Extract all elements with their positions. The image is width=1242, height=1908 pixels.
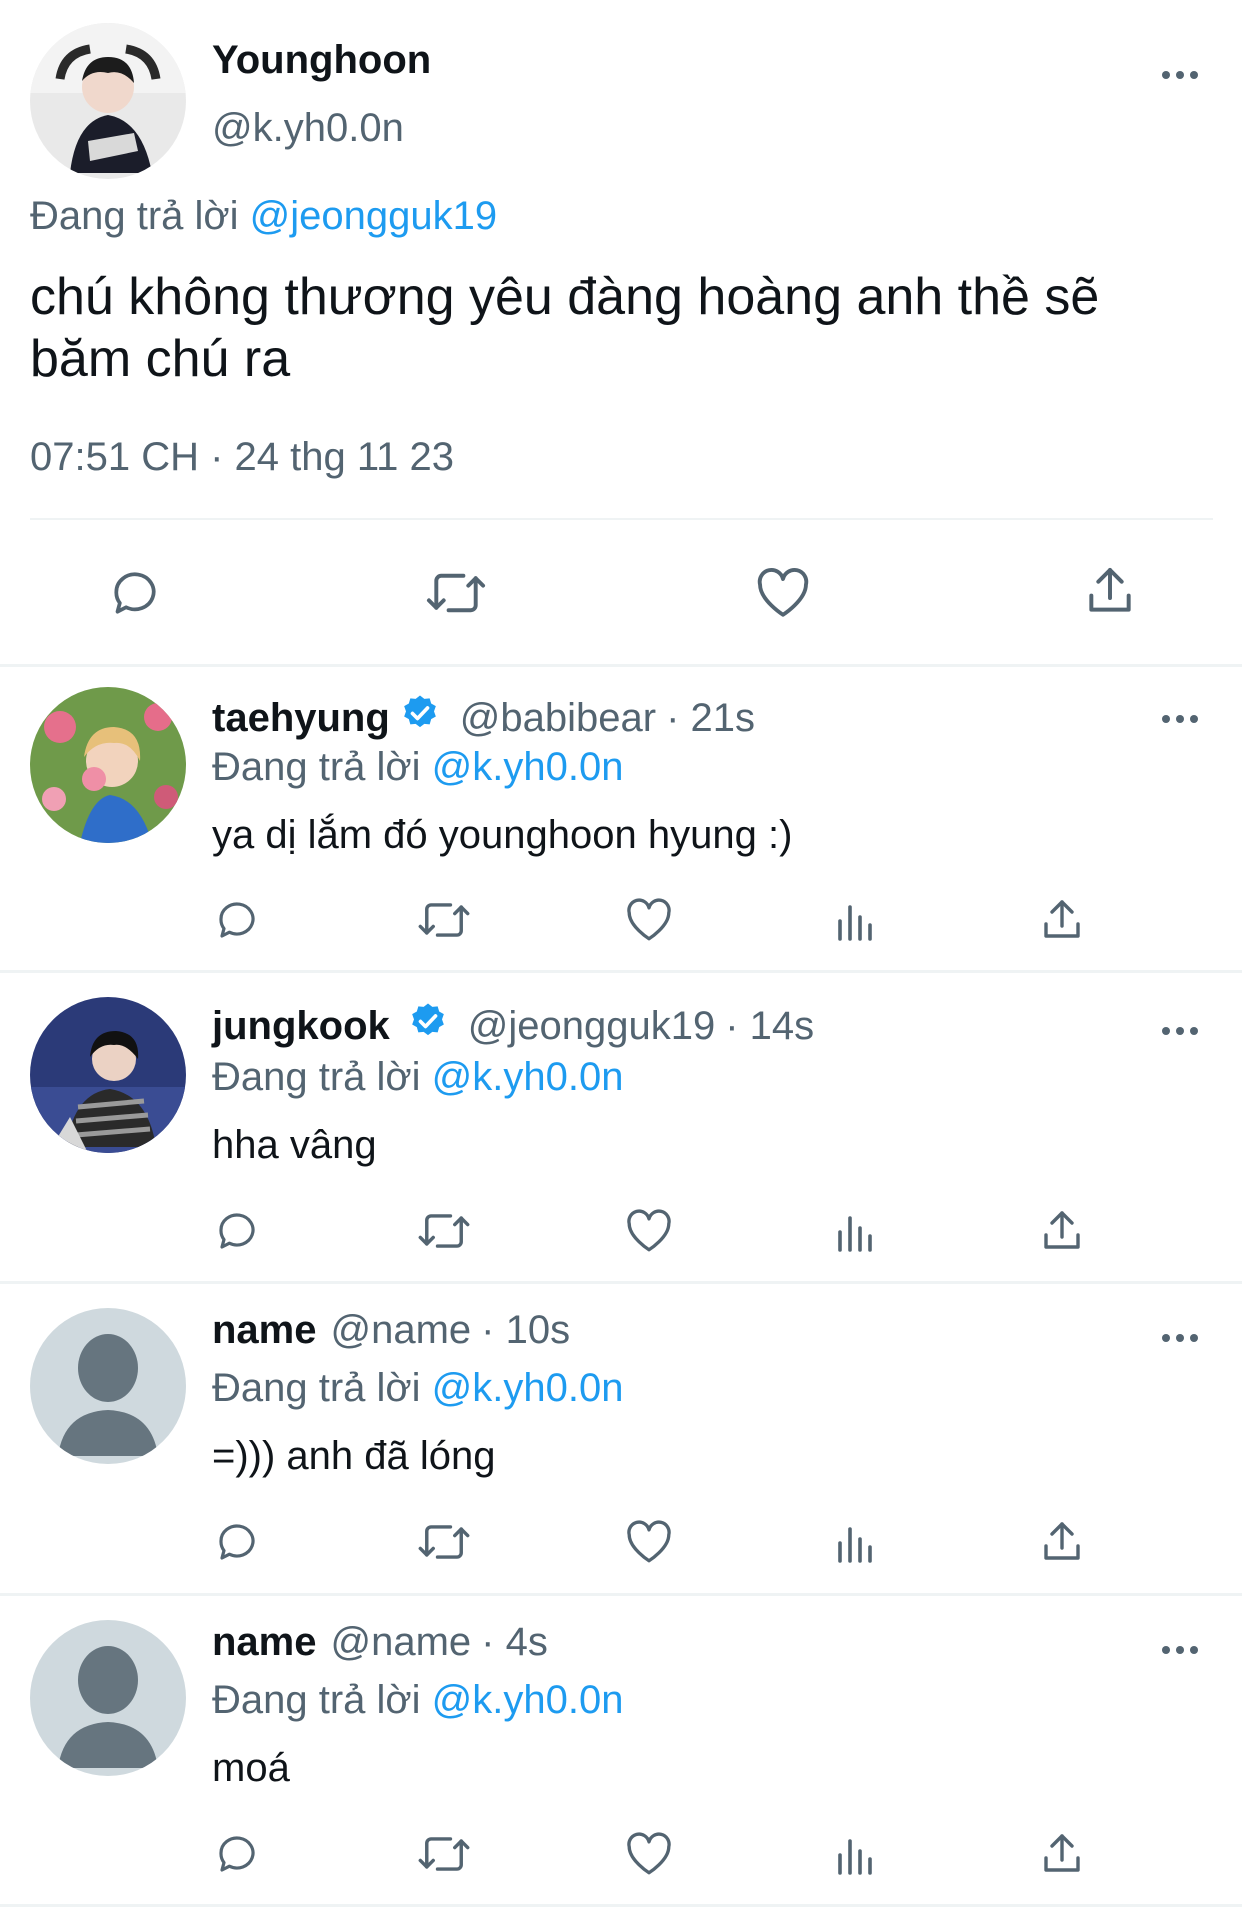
author-handle[interactable]: @name xyxy=(331,1308,472,1353)
verified-badge-icon xyxy=(408,1001,448,1051)
mention-link[interactable]: @k.yh0.0n xyxy=(432,1366,624,1410)
tweet-text: chú không thương yêu đàng hoàng anh thề … xyxy=(30,268,1100,388)
replying-to: Đang trả lời @k.yh0.0n xyxy=(212,1055,624,1100)
timestamp[interactable]: · 21s xyxy=(666,696,755,741)
views-icon[interactable] xyxy=(834,1209,878,1255)
reply-icon[interactable] xyxy=(212,1518,262,1566)
section-divider xyxy=(0,1904,1242,1907)
mention-link[interactable]: @k.yh0.0n xyxy=(432,745,624,789)
heart-icon[interactable] xyxy=(624,1207,674,1255)
more-icon[interactable] xyxy=(1158,1021,1202,1041)
replying-to: Đang trả lời @k.yh0.0n xyxy=(212,745,624,790)
reply-icon[interactable] xyxy=(212,896,262,944)
avatar[interactable] xyxy=(30,1308,186,1464)
retweet-icon[interactable] xyxy=(416,1518,472,1566)
author-handle[interactable]: @k.yh0.0n xyxy=(212,106,404,151)
more-icon[interactable] xyxy=(1158,65,1202,85)
more-icon[interactable] xyxy=(1158,709,1202,729)
author-name[interactable]: name xyxy=(212,1620,317,1665)
views-icon[interactable] xyxy=(834,1832,878,1878)
author-name[interactable]: Younghoon xyxy=(212,38,431,83)
author-handle[interactable]: @name xyxy=(331,1620,472,1665)
author-handle[interactable]: @babibear xyxy=(460,696,656,741)
replying-label: Đang trả lời xyxy=(212,1366,421,1410)
tweet-text: moá xyxy=(212,1746,290,1790)
reply-tweet[interactable]: jungkook @jeongguk19 · 14s Đang trả lời … xyxy=(0,973,1242,1285)
retweet-icon[interactable] xyxy=(416,896,472,944)
reply-icon[interactable] xyxy=(212,1830,262,1878)
more-icon[interactable] xyxy=(1158,1640,1202,1660)
author-name[interactable]: taehyung xyxy=(212,696,390,741)
timestamp[interactable]: 07:51 CH · 24 thg 11 23 xyxy=(30,435,454,480)
avatar[interactable] xyxy=(30,997,186,1153)
mention-link[interactable]: @jeongguk19 xyxy=(250,194,497,238)
replying-label: Đang trả lời xyxy=(212,1055,421,1099)
reply-icon[interactable] xyxy=(106,565,164,621)
views-icon[interactable] xyxy=(834,898,878,944)
heart-icon[interactable] xyxy=(624,1518,674,1566)
tweet-text: ya dị lắm đó younghoon hyung :) xyxy=(212,813,793,857)
reply-tweet[interactable]: name @name · 10s Đang trả lời @k.yh0.0n … xyxy=(0,1284,1242,1596)
share-icon[interactable] xyxy=(1038,1207,1086,1255)
replying-to: Đang trả lời @k.yh0.0n xyxy=(212,1678,624,1723)
author-handle[interactable]: @jeongguk19 xyxy=(468,1004,715,1049)
retweet-icon[interactable] xyxy=(416,1207,472,1255)
reply-header: taehyung @babibear · 21s xyxy=(212,693,755,743)
heart-icon[interactable] xyxy=(754,565,812,621)
avatar[interactable] xyxy=(30,687,186,843)
share-icon[interactable] xyxy=(1082,563,1138,619)
reply-header: name @name · 10s xyxy=(212,1308,570,1353)
share-icon[interactable] xyxy=(1038,896,1086,944)
tweet-text: hha vâng xyxy=(212,1123,377,1167)
author-name[interactable]: name xyxy=(212,1308,317,1353)
share-icon[interactable] xyxy=(1038,1518,1086,1566)
tweet-text: =))) anh đã lóng xyxy=(212,1434,496,1478)
views-icon[interactable] xyxy=(834,1520,878,1566)
reply-header: name @name · 4s xyxy=(212,1620,548,1665)
replying-label: Đang trả lời xyxy=(212,745,421,789)
replying-to: Đang trả lời @k.yh0.0n xyxy=(212,1366,624,1411)
timestamp[interactable]: · 14s xyxy=(725,1004,814,1049)
mention-link[interactable]: @k.yh0.0n xyxy=(432,1055,624,1099)
replying-label: Đang trả lời xyxy=(30,194,239,238)
retweet-icon[interactable] xyxy=(416,1830,472,1878)
reply-tweet[interactable]: name @name · 4s Đang trả lời @k.yh0.0n m… xyxy=(0,1596,1242,1908)
replying-label: Đang trả lời xyxy=(212,1678,421,1722)
reply-icon[interactable] xyxy=(212,1207,262,1255)
retweet-icon[interactable] xyxy=(424,565,488,621)
reply-header: jungkook @jeongguk19 · 14s xyxy=(212,1001,814,1051)
verified-badge-icon xyxy=(400,693,440,743)
heart-icon[interactable] xyxy=(624,896,674,944)
share-icon[interactable] xyxy=(1038,1830,1086,1878)
replying-to: Đang trả lời @jeongguk19 xyxy=(30,194,497,239)
reply-tweet[interactable]: taehyung @babibear · 21s Đang trả lời @k… xyxy=(0,667,1242,979)
main-tweet: Younghoon @k.yh0.0n Đang trả lời @jeongg… xyxy=(0,0,1242,664)
timestamp[interactable]: · 4s xyxy=(481,1620,548,1665)
avatar[interactable] xyxy=(30,1620,186,1776)
author-name[interactable]: jungkook xyxy=(212,1004,390,1049)
avatar[interactable] xyxy=(30,23,186,179)
mention-link[interactable]: @k.yh0.0n xyxy=(432,1678,624,1722)
more-icon[interactable] xyxy=(1158,1328,1202,1348)
heart-icon[interactable] xyxy=(624,1830,674,1878)
divider xyxy=(30,518,1213,520)
timestamp[interactable]: · 10s xyxy=(481,1308,570,1353)
